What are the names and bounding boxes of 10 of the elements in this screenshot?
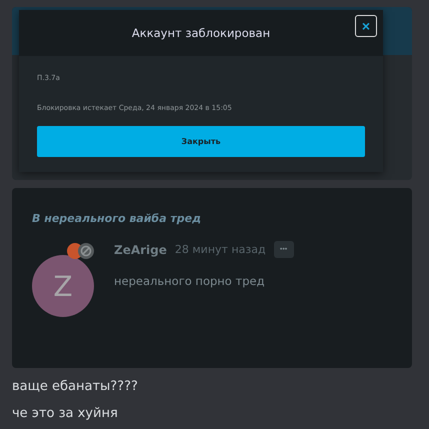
post-time: 28 минут назад: [174, 243, 266, 256]
close-dialog-button[interactable]: Закрыть: [37, 126, 365, 157]
avatar: Z: [32, 255, 94, 317]
thread-title: В нереального вайба тред: [32, 212, 202, 225]
chat-message: че это за хуйня: [12, 405, 119, 423]
modal-title: Аккаунт заблокирован: [132, 26, 270, 40]
close-button[interactable]: ×: [355, 15, 377, 37]
post-text: нереального порно тред: [114, 274, 266, 288]
author-name[interactable]: ZeArige: [114, 242, 167, 256]
chat-message: ваще ебанаты????: [12, 378, 139, 396]
